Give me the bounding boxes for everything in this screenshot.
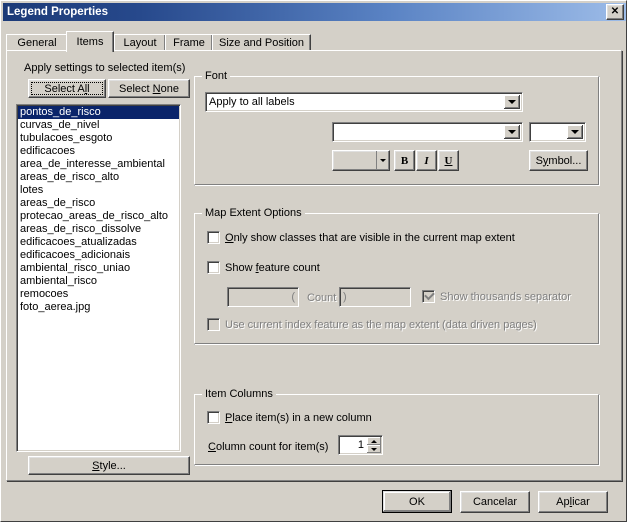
- underline-button[interactable]: U: [438, 150, 459, 171]
- style-label: Style...: [92, 459, 126, 472]
- column-count-value: 1: [357, 439, 364, 451]
- select-none-label: Select None: [119, 82, 179, 95]
- ok-label: OK: [409, 495, 425, 508]
- show-thousands-separator-label: Show thousands separator: [440, 290, 571, 303]
- list-item[interactable]: lotes: [18, 184, 179, 197]
- title-bar[interactable]: Legend Properties ✕: [3, 3, 626, 21]
- checkbox-box: [207, 318, 220, 331]
- tab-size-and-position-label: Size and Position: [219, 37, 304, 49]
- use-index-feature-checkbox[interactable]: Use current index feature as the map ext…: [207, 318, 537, 331]
- map-extent-group-title: Map Extent Options: [202, 207, 305, 219]
- map-extent-options-group: Map Extent Options Only show classes tha…: [194, 207, 600, 345]
- list-item[interactable]: protecao_areas_de_risco_alto: [18, 210, 179, 223]
- show-feature-count-label: Show feature count: [225, 261, 320, 274]
- checkbox-box: [207, 261, 220, 274]
- list-item[interactable]: curvas_de_nivel: [18, 119, 179, 132]
- chevron-down-icon[interactable]: [567, 125, 583, 139]
- count-prefix-value: (: [291, 291, 295, 303]
- list-item[interactable]: areas_de_risco_alto: [18, 171, 179, 184]
- checkbox-box: [422, 289, 435, 303]
- tab-strip: General Items Layout Frame Size and Posi…: [6, 31, 622, 52]
- bold-label: B: [400, 154, 409, 167]
- place-new-column-label: Place item(s) in a new column: [225, 411, 372, 424]
- show-feature-count-checkbox[interactable]: Show feature count: [207, 261, 320, 274]
- list-item[interactable]: remocoes: [18, 288, 179, 301]
- column-count-label: Column count for item(s): [208, 441, 329, 453]
- font-group-title: Font: [202, 70, 231, 82]
- item-columns-group: Item Columns Place item(s) in a new colu…: [194, 388, 600, 466]
- apply-label: Aplicar: [556, 496, 590, 508]
- legend-properties-dialog: Legend Properties ✕ General Items Layout…: [0, 0, 627, 522]
- apply-button[interactable]: Aplicar: [538, 491, 608, 513]
- place-new-column-checkbox[interactable]: Place item(s) in a new column: [207, 411, 372, 424]
- list-item[interactable]: edificacoes_adicionais: [18, 249, 179, 262]
- style-button[interactable]: Style...: [28, 456, 190, 475]
- chevron-down-icon[interactable]: [376, 151, 389, 170]
- font-size-combo[interactable]: [529, 122, 586, 142]
- tab-frame-label: Frame: [173, 37, 205, 49]
- list-item[interactable]: tubulacoes_esgoto: [18, 132, 179, 145]
- list-item[interactable]: areas_de_risco_dissolve: [18, 223, 179, 236]
- apply-settings-label: Apply settings to selected item(s): [24, 62, 186, 74]
- title-bar-buttons: ✕: [606, 4, 624, 20]
- tab-frame[interactable]: Frame: [165, 34, 213, 51]
- listbox-items: pontos_de_risco curvas_de_nivel tubulacoes…: [18, 106, 179, 314]
- tab-general-label: General: [17, 37, 57, 49]
- cancel-button[interactable]: Cancelar: [460, 491, 530, 513]
- italic-label: I: [424, 154, 429, 167]
- tab-layout-label: Layout: [123, 37, 157, 49]
- item-columns-group-title: Item Columns: [202, 388, 276, 400]
- list-item[interactable]: pontos_de_risco: [18, 106, 179, 119]
- items-tab-panel: Apply settings to selected item(s) Selec…: [6, 50, 622, 481]
- checkbox-box: [207, 411, 220, 424]
- count-prefix-field[interactable]: (: [227, 287, 299, 307]
- stepper-up-icon[interactable]: [367, 437, 381, 445]
- close-icon[interactable]: ✕: [606, 4, 624, 20]
- cancel-label: Cancelar: [472, 496, 518, 508]
- italic-button[interactable]: I: [416, 150, 437, 171]
- tab-size-and-position[interactable]: Size and Position: [212, 34, 311, 51]
- underline-label: U: [444, 154, 453, 167]
- apply-to-combo-value: Apply to all labels: [209, 96, 295, 108]
- tab-items[interactable]: Items: [66, 31, 114, 52]
- select-all-button[interactable]: Select All: [28, 79, 106, 98]
- apply-to-combo[interactable]: Apply to all labels: [205, 92, 523, 112]
- column-count-stepper[interactable]: 1: [338, 435, 383, 455]
- legend-items-listbox[interactable]: pontos_de_risco curvas_de_nivel tubulacoes…: [16, 104, 181, 452]
- checkbox-box: [207, 231, 220, 244]
- symbol-label: Symbol...: [535, 154, 582, 167]
- tab-layout[interactable]: Layout: [114, 34, 166, 51]
- chevron-down-icon[interactable]: [504, 95, 520, 109]
- font-color-picker[interactable]: [332, 150, 390, 171]
- count-suffix-field[interactable]: ): [339, 287, 411, 307]
- font-group: Font Apply to all labels B I U Symbol...: [194, 70, 600, 186]
- count-label: Count: [307, 292, 337, 304]
- list-item[interactable]: foto_aerea.jpg: [18, 301, 179, 314]
- symbol-button[interactable]: Symbol...: [529, 150, 588, 171]
- show-thousands-separator-checkbox[interactable]: Show thousands separator: [422, 289, 571, 303]
- tab-items-label: Items: [76, 36, 104, 48]
- ok-button[interactable]: OK: [382, 490, 452, 513]
- list-item[interactable]: area_de_interesse_ambiental: [18, 158, 179, 171]
- bold-button[interactable]: B: [394, 150, 415, 171]
- count-suffix-value: ): [343, 291, 347, 303]
- select-none-button[interactable]: Select None: [108, 79, 190, 98]
- list-item[interactable]: edificacoes: [18, 145, 179, 158]
- select-all-label: Select All: [44, 82, 90, 95]
- stepper-buttons: [367, 437, 381, 453]
- list-item[interactable]: edificacoes_atualizadas: [18, 236, 179, 249]
- stepper-down-icon[interactable]: [367, 445, 381, 453]
- only-show-visible-label: Only show classes that are visible in th…: [225, 231, 515, 244]
- only-show-visible-checkbox[interactable]: Only show classes that are visible in th…: [207, 231, 515, 244]
- check-icon: [424, 289, 435, 301]
- list-item[interactable]: ambiental_risco: [18, 275, 179, 288]
- tab-general[interactable]: General: [6, 34, 68, 51]
- use-index-feature-label: Use current index feature as the map ext…: [225, 318, 537, 331]
- window-title: Legend Properties: [7, 6, 108, 18]
- list-item[interactable]: ambiental_risco_uniao: [18, 262, 179, 275]
- list-item[interactable]: areas_de_risco: [18, 197, 179, 210]
- chevron-down-icon[interactable]: [504, 125, 520, 139]
- font-name-combo[interactable]: [332, 122, 523, 142]
